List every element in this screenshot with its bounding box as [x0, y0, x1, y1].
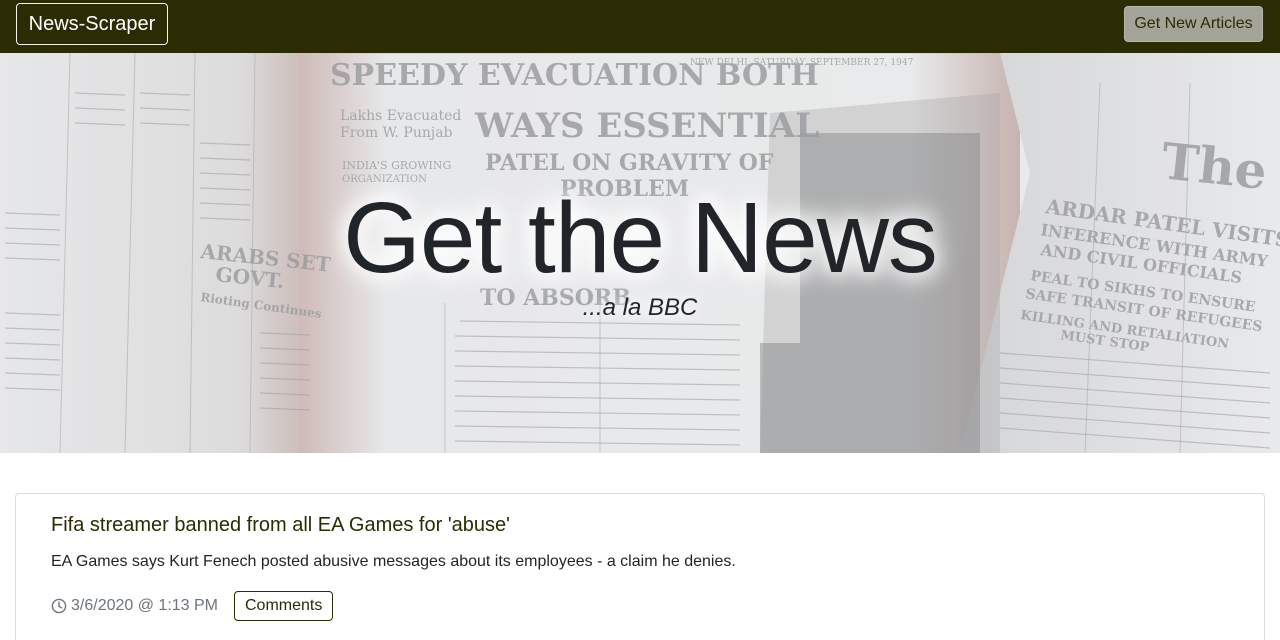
hero-banner: SPEEDY EVACUATION BOTH WAYS ESSENTIAL PA…: [0, 53, 1280, 453]
navbar: News-Scraper Get New Articles: [0, 0, 1280, 53]
article-summary: EA Games says Kurt Fenech posted abusive…: [51, 553, 736, 570]
article-meta: 3/6/2020 @ 1:13 PM Comments: [51, 591, 334, 621]
brand-link[interactable]: News-Scraper: [16, 3, 168, 45]
article-title[interactable]: Fifa streamer banned from all EA Games f…: [51, 514, 510, 537]
clock-icon: [51, 598, 67, 614]
comments-button[interactable]: Comments: [234, 591, 334, 621]
get-new-articles-button[interactable]: Get New Articles: [1124, 6, 1263, 42]
hero-title: Get the News: [343, 182, 938, 294]
article-card: Fifa streamer banned from all EA Games f…: [15, 493, 1265, 640]
article-timestamp: 3/6/2020 @ 1:13 PM: [71, 597, 218, 614]
hero-subtitle: ...a la BBC: [582, 294, 698, 321]
